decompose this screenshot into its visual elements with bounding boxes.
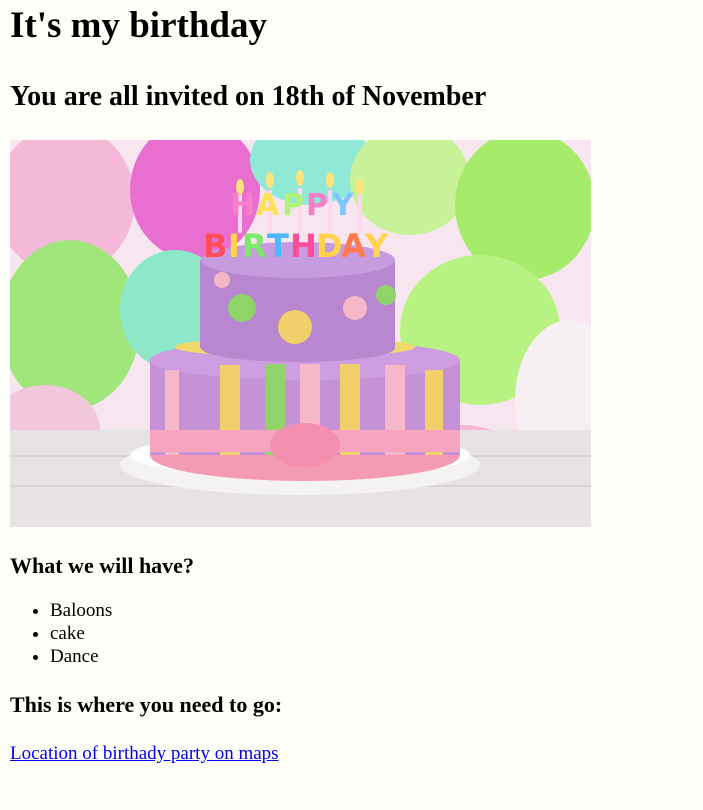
svg-text:D: D xyxy=(316,227,343,265)
svg-text:P: P xyxy=(282,188,304,223)
maps-location-link[interactable]: Location of birthady party on maps xyxy=(10,743,279,765)
svg-text:R: R xyxy=(242,227,267,265)
svg-text:Y: Y xyxy=(331,188,355,223)
svg-text:A: A xyxy=(341,227,366,265)
svg-text:T: T xyxy=(267,227,289,265)
invitation-subtitle: You are all invited on 18th of November xyxy=(10,81,487,112)
list-item: cake xyxy=(50,622,693,645)
svg-text:H: H xyxy=(230,188,255,223)
page-content: It's my birthday You are all invited on … xyxy=(0,0,703,765)
list-item: Dance xyxy=(50,645,693,668)
party-items-list: Baloons cake Dance xyxy=(10,599,693,668)
where-to-go-heading: This is where you need to go: xyxy=(10,692,283,717)
page-title: It's my birthday xyxy=(10,5,267,46)
svg-text:H: H xyxy=(290,227,317,265)
birthday-cake-image: H A P P Y B I R T H D A Y xyxy=(10,140,591,527)
svg-text:P: P xyxy=(306,188,328,223)
svg-text:I: I xyxy=(228,227,240,265)
svg-text:B: B xyxy=(203,227,227,265)
list-item: Baloons xyxy=(50,599,693,622)
svg-text:Y: Y xyxy=(364,227,389,265)
svg-text:A: A xyxy=(256,188,280,223)
what-we-will-have-heading: What we will have? xyxy=(10,553,194,578)
